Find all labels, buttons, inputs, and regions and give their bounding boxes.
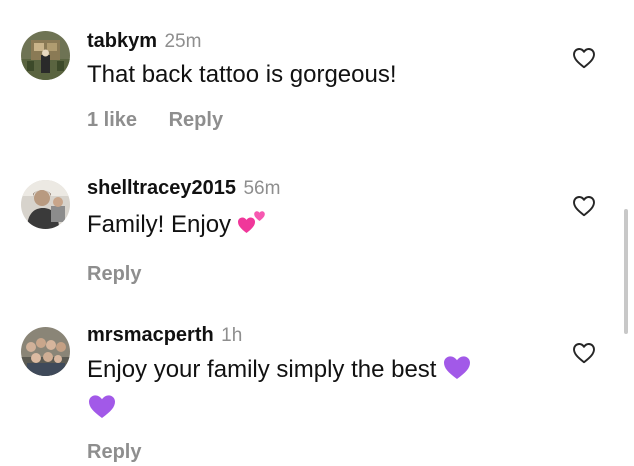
comment-text: Family! Enjoy [87, 206, 584, 245]
avatar[interactable] [21, 327, 70, 376]
comment-actions: Reply [87, 441, 584, 464]
comment-text-content: Enjoy your family simply the best [87, 356, 437, 383]
comment-text: Enjoy your family simply the best [87, 353, 584, 429]
avatar[interactable] [21, 180, 70, 229]
heart-outline-icon[interactable] [572, 47, 596, 69]
comment-actions: Reply [87, 263, 584, 286]
avatar[interactable] [21, 31, 70, 80]
username[interactable]: mrsmacperth [87, 324, 214, 346]
comment-meta: tabkym 25m [87, 28, 584, 54]
timestamp: 56m [243, 178, 281, 199]
two-hearts-emoji [237, 206, 267, 245]
timestamp: 25m [164, 31, 202, 52]
purple-heart-emoji [87, 392, 584, 429]
comment-text-content: Family! Enjoy [87, 211, 232, 238]
purple-heart-emoji [442, 353, 472, 390]
comment-text: That back tattoo is gorgeous! [87, 61, 397, 88]
scrollbar[interactable] [624, 209, 628, 334]
reply-button[interactable]: Reply [169, 109, 223, 131]
comment-meta: shelltracey2015 56m [87, 175, 584, 201]
reply-button[interactable]: Reply [87, 441, 141, 463]
username[interactable]: tabkym [87, 30, 157, 52]
timestamp: 1h [221, 325, 243, 346]
heart-outline-icon[interactable] [572, 195, 596, 217]
comment-meta: mrsmacperth 1h [87, 322, 584, 348]
username[interactable]: shelltracey2015 [87, 177, 236, 199]
likes-count[interactable]: 1 like [87, 109, 137, 131]
heart-outline-icon[interactable] [572, 342, 596, 364]
reply-button[interactable]: Reply [87, 263, 141, 285]
comment-actions: 1 like Reply [87, 109, 584, 132]
